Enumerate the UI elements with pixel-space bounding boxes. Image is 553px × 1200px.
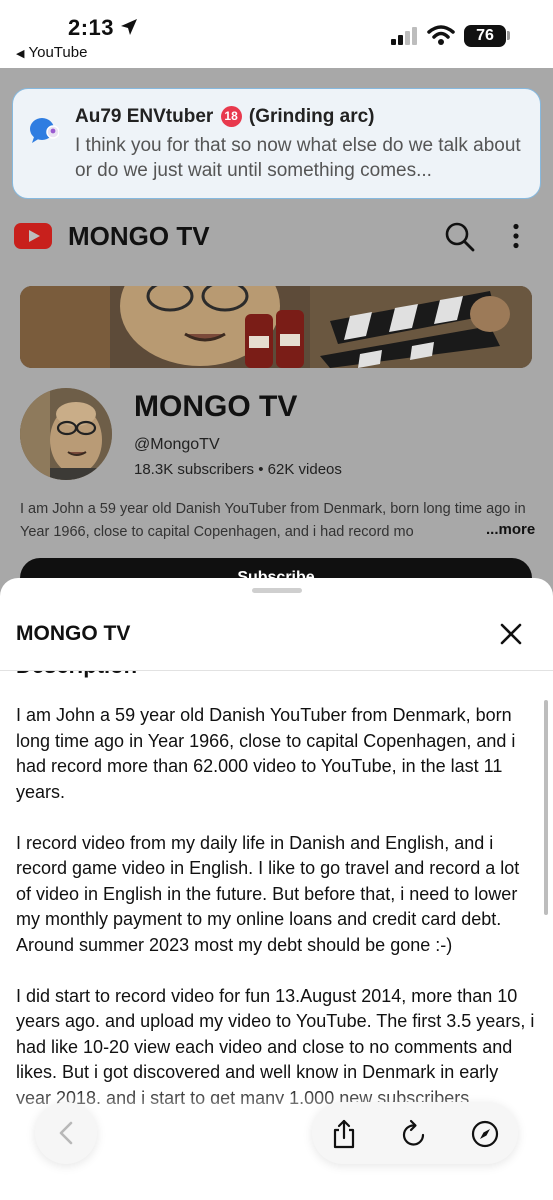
back-triangle-icon: ◀: [16, 48, 25, 60]
subscriber-count: 18.3K subscribers: [134, 461, 255, 478]
notification-sender-suffix: (Grinding arc): [248, 106, 375, 127]
status-time: 2:13: [68, 15, 115, 40]
status-bar: 2:13 ◀ YouTube 76: [0, 0, 553, 68]
youtube-header: MONGO TV: [0, 205, 553, 265]
description-scroll-area[interactable]: Description I am John a 59 year old Dani…: [0, 671, 553, 1104]
channel-stats: 18.3K subscribers • 62K videos: [134, 461, 342, 478]
banner-art: [20, 286, 532, 368]
scrollbar[interactable]: [544, 700, 548, 915]
more-link[interactable]: ...more: [484, 521, 536, 538]
notification-sender: Au79 ENVtuber: [75, 106, 214, 127]
back-button[interactable]: [35, 1102, 97, 1164]
share-icon[interactable]: [330, 1119, 358, 1149]
reload-icon[interactable]: [400, 1119, 428, 1149]
message-notification[interactable]: Au79 ENVtuber 18 (Grinding arc) I think …: [12, 88, 541, 199]
description-paragraph: I am John a 59 year old Danish YouTuber …: [16, 705, 516, 802]
video-count: 62K videos: [267, 461, 342, 478]
compass-icon[interactable]: [470, 1119, 500, 1149]
notification-title: Au79 ENVtuber 18 (Grinding arc): [75, 106, 375, 128]
notification-body: I think you for that so now what else do…: [75, 135, 521, 181]
channel-handle: @MongoTV: [134, 436, 220, 453]
chat-app-icon: [30, 118, 59, 143]
battery-cap: [507, 31, 510, 40]
channel-avatar[interactable]: [20, 388, 112, 480]
more-options-icon[interactable]: [512, 223, 520, 249]
cellular-signal-icon: [391, 27, 417, 45]
back-app-label: YouTube: [28, 44, 88, 61]
channel-name: MONGO TV: [134, 390, 298, 423]
avatar-art: [20, 388, 112, 480]
youtube-logo-icon[interactable]: [14, 223, 52, 249]
wifi-icon: [427, 25, 455, 45]
description-paragraph: I record video from my daily life in Dan…: [16, 832, 520, 955]
battery-indicator: 76: [464, 25, 506, 47]
channel-short-description: I am John a 59 year old Danish YouTuber …: [20, 501, 526, 540]
adult-18-badge: 18: [220, 106, 242, 127]
header-title: MONGO TV: [68, 221, 210, 251]
back-icon: [59, 1121, 73, 1145]
close-icon[interactable]: [499, 622, 523, 646]
stats-separator: •: [258, 461, 264, 478]
browser-actions: [312, 1102, 518, 1164]
sheet-title: MONGO TV: [16, 622, 131, 645]
search-icon[interactable]: [444, 221, 476, 253]
sheet-drag-handle[interactable]: [252, 588, 302, 593]
description-heading: Description: [16, 671, 137, 679]
back-to-app-link[interactable]: ◀ YouTube: [16, 44, 87, 61]
channel-banner: [20, 286, 532, 368]
location-arrow-icon: [121, 19, 137, 35]
full-description: I am John a 59 year old Danish YouTuber …: [16, 703, 538, 1104]
